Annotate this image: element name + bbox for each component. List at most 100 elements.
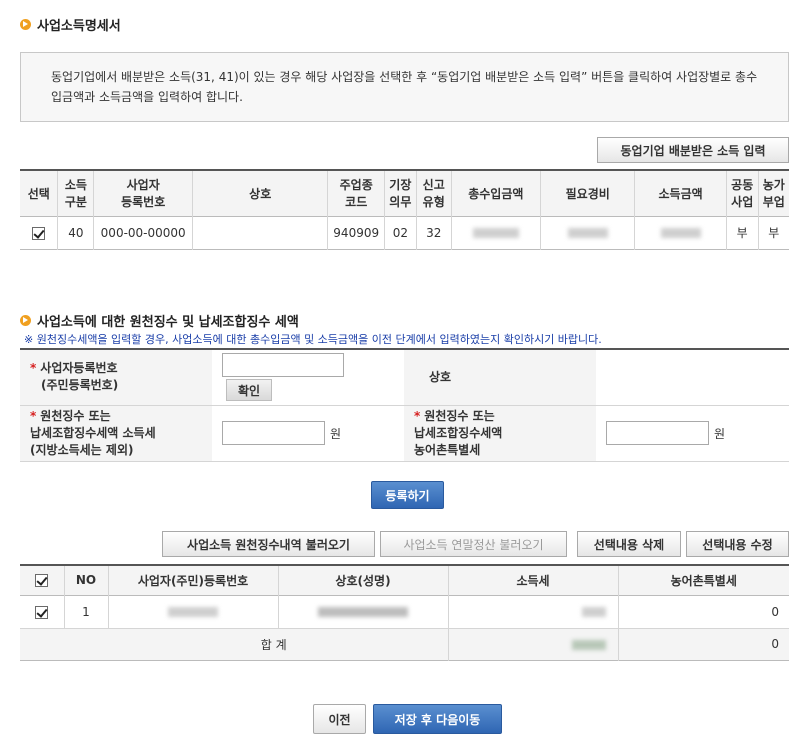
list-row-trade-name — [277, 595, 449, 628]
biz-no-label: * 사업자등록번호 (주민등록번호) — [20, 349, 212, 406]
redacted-value — [168, 607, 218, 617]
partner-income-input-button[interactable]: 동업기업 배분받은 소득 입력 — [597, 137, 789, 163]
withholding-list-table: NO 사업자(주민)등록번호 상호(성명) 소득세 농어촌특별세 1 0 합 계… — [20, 564, 789, 661]
biz-no-label-line2: (주민등록번호) — [41, 378, 119, 393]
delete-selected-button[interactable]: 선택내용 삭제 — [577, 531, 681, 557]
withholding-label-line2: 납세조합징수세액 소득세 — [30, 425, 156, 440]
redacted-value — [318, 607, 408, 617]
col-header-report-type: 신고 유형 — [415, 170, 452, 216]
row-checkbox[interactable] — [35, 605, 49, 619]
redacted-value — [571, 639, 606, 650]
form-row-withholding: * 원천징수 또는 납세조합징수세액 소득세 (지방소득세는 제외) 원 * 원천징… — [20, 405, 789, 462]
list-header-no: NO — [63, 565, 109, 595]
rural-label-line2: 납세조합징수세액 — [414, 425, 503, 440]
redacted-value — [581, 607, 606, 617]
withholding-tax-input[interactable] — [222, 421, 325, 445]
row-checkbox[interactable] — [32, 226, 46, 240]
col-header-income-amount: 소득금액 — [634, 170, 727, 216]
section-title-business-income: 사업소득명세서 — [20, 15, 121, 34]
col-header-select: 선택 — [20, 170, 59, 216]
industry-code-cell: 940909 — [327, 216, 385, 249]
save-next-button[interactable]: 저장 후 다음이동 — [373, 704, 502, 734]
unit-won: 원 — [330, 426, 342, 441]
withholding-note: ※ 원천징수세액을 입력할 경우, 사업소득에 대한 총수입금액 및 소득금액을… — [24, 333, 602, 346]
business-income-table: 선택 소득 구분 사업자 등록번호 상호 주업종 코드 기장 의무 신고 유형 … — [20, 169, 789, 250]
notice-box: 동업기업에서 배분받은 소득(31, 41)이 있는 경우 해당 사업장을 선택… — [20, 52, 789, 122]
list-header-select[interactable] — [20, 565, 65, 595]
form-row-biz-no: * 사업자등록번호 (주민등록번호) 확인 상호 — [20, 349, 789, 406]
col-header-farm-side: 농가 부업 — [757, 170, 789, 216]
farm-side-cell: 부 — [757, 216, 789, 249]
table-header-row: 선택 소득 구분 사업자 등록번호 상호 주업종 코드 기장 의무 신고 유형 … — [20, 170, 789, 216]
expenses-cell — [539, 216, 636, 249]
list-row-income-tax — [447, 595, 619, 628]
trade-name-value-cell — [596, 349, 789, 406]
rural-tax-input[interactable] — [606, 421, 709, 445]
withholding-label-line3: (지방소득세는 제외) — [30, 442, 134, 457]
col-header-biz-no: 사업자 등록번호 — [93, 170, 193, 216]
list-row-rural-tax: 0 — [617, 595, 789, 628]
list-header-row: NO 사업자(주민)등록번호 상호(성명) 소득세 농어촌특별세 — [20, 565, 789, 595]
rural-tax-label: * 원천징수 또는 납세조합징수세액 농어촌특별세 — [404, 405, 596, 462]
rural-label-line1: 원천징수 또는 — [424, 408, 495, 423]
redacted-value — [660, 228, 701, 238]
unit-won: 원 — [714, 426, 726, 441]
section-title-text: 사업소득명세서 — [37, 19, 121, 34]
biz-no-input[interactable] — [222, 353, 344, 378]
bullet-arrow-icon — [20, 19, 31, 30]
total-label: 합 계 — [20, 628, 449, 660]
confirm-button[interactable]: 확인 — [226, 379, 272, 402]
section-title-text: 사업소득에 대한 원천징수 및 납세조합징수 세액 — [37, 315, 299, 330]
redacted-value — [567, 228, 608, 238]
biz-no-label-line1: 사업자등록번호 — [40, 361, 118, 376]
withholding-tax-label: * 원천징수 또는 납세조합징수세액 소득세 (지방소득세는 제외) — [20, 405, 212, 462]
total-income-tax — [447, 628, 619, 660]
row-select-cell[interactable] — [20, 216, 59, 249]
required-star-icon: * — [30, 408, 37, 423]
trade-name-label: 상호 — [404, 349, 596, 406]
redacted-value — [472, 228, 519, 238]
notice-text: 동업기업에서 배분받은 소득(31, 41)이 있는 경우 해당 사업장을 선택… — [51, 70, 758, 104]
required-star-icon: * — [30, 361, 37, 376]
income-type-cell: 40 — [57, 216, 95, 249]
col-header-bookkeeping: 기장 의무 — [383, 170, 417, 216]
list-total-row: 합 계 0 — [20, 628, 789, 660]
report-type-cell: 32 — [415, 216, 452, 249]
table-row[interactable]: 40 000-00-00000 940909 02 32 부 부 — [20, 216, 789, 249]
section-title-withholding: 사업소득에 대한 원천징수 및 납세조합징수 세액 — [20, 311, 299, 330]
required-star-icon: * — [414, 408, 421, 423]
load-withholding-button[interactable]: 사업소득 원천징수내역 불러오기 — [162, 531, 375, 557]
biz-no-input-cell: 확인 — [212, 349, 404, 406]
col-header-income-type: 소득 구분 — [57, 170, 95, 216]
list-row-biz-no — [107, 595, 279, 628]
withholding-input-cell: 원 — [212, 405, 404, 462]
total-revenue-cell — [450, 216, 541, 249]
prev-button[interactable]: 이전 — [313, 704, 366, 734]
load-yearend-button[interactable]: 사업소득 연말정산 불러오기 — [380, 531, 567, 557]
withholding-label-line1: 원천징수 또는 — [40, 408, 111, 423]
biz-no-cell: 000-00-00000 — [93, 216, 193, 249]
bullet-arrow-icon — [20, 315, 31, 326]
col-header-industry-code: 주업종 코드 — [327, 170, 385, 216]
col-header-expenses: 필요경비 — [539, 170, 636, 216]
edit-selected-button[interactable]: 선택내용 수정 — [686, 531, 789, 557]
col-header-total-revenue: 총수입금액 — [450, 170, 541, 216]
income-amount-cell — [634, 216, 727, 249]
select-all-checkbox[interactable] — [35, 574, 49, 588]
list-row-no: 1 — [63, 595, 109, 628]
total-rural-tax: 0 — [617, 628, 789, 660]
register-button[interactable]: 등록하기 — [371, 481, 444, 509]
joint-business-cell: 부 — [725, 216, 759, 249]
list-header-rural-tax: 농어촌특별세 — [617, 565, 789, 595]
list-header-trade-name: 상호(성명) — [277, 565, 449, 595]
col-header-trade-name: 상호 — [191, 170, 329, 216]
rural-tax-input-cell: 원 — [596, 405, 789, 462]
withholding-form: * 사업자등록번호 (주민등록번호) 확인 상호 * 원천징수 또는 납세조합징수세… — [20, 348, 789, 462]
bookkeeping-cell: 02 — [383, 216, 417, 249]
list-header-income-tax: 소득세 — [447, 565, 619, 595]
list-row[interactable]: 1 0 — [20, 595, 789, 628]
list-row-select[interactable] — [20, 595, 65, 628]
col-header-joint-business: 공동 사업 — [725, 170, 759, 216]
rural-label-line3: 농어촌특별세 — [414, 442, 481, 457]
trade-name-cell — [191, 216, 329, 249]
